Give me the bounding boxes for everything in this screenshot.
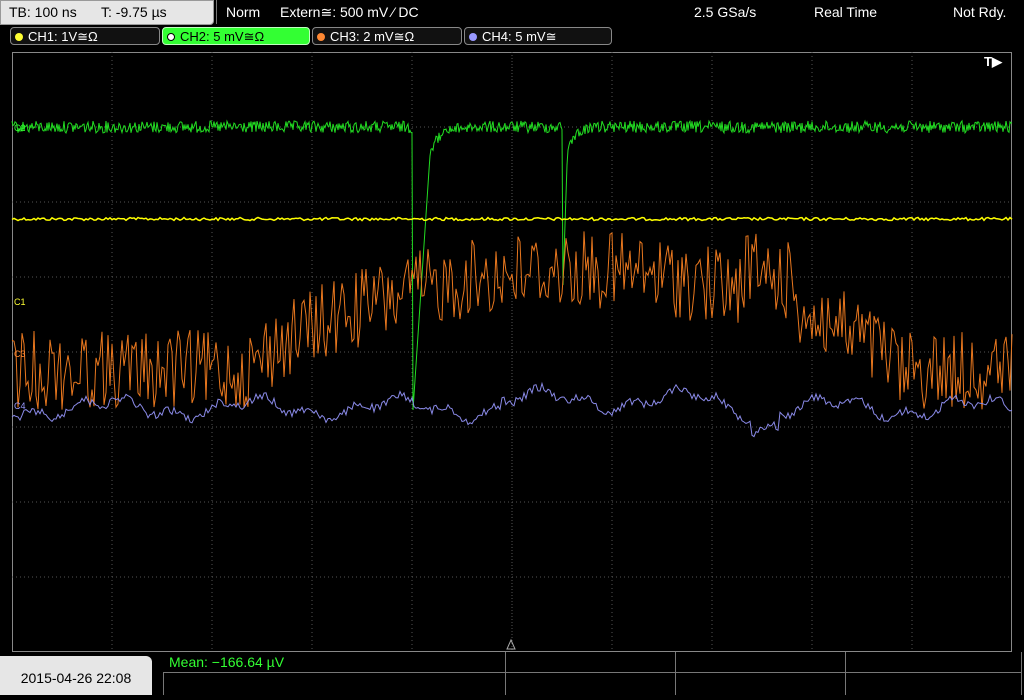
measurement-slot[interactable] (506, 652, 676, 673)
ch4-marker[interactable]: C4 (14, 401, 26, 411)
measurement-slot[interactable] (676, 673, 846, 695)
trigger-position-icon[interactable] (506, 638, 516, 650)
measurement-slot[interactable] (676, 652, 846, 673)
ch2-marker[interactable]: C2 (14, 123, 26, 133)
datetime: 2015-04-26 22:08 (0, 656, 152, 695)
measurement-slot[interactable] (846, 673, 1022, 695)
ch3-marker[interactable]: C3 (14, 349, 26, 359)
measurement-mean[interactable]: Mean: −166.64 µV (163, 652, 506, 673)
waveform-svg: C1 C3 C4 C2 (11, 52, 1013, 652)
trigger-marker[interactable]: T▶ (984, 54, 1002, 70)
measurement-slot[interactable] (163, 673, 506, 695)
measurement-slot[interactable] (506, 673, 676, 695)
ch1-marker[interactable]: C1 (14, 297, 26, 307)
measurement-slot[interactable] (846, 652, 1022, 673)
graticule (12, 52, 1012, 652)
